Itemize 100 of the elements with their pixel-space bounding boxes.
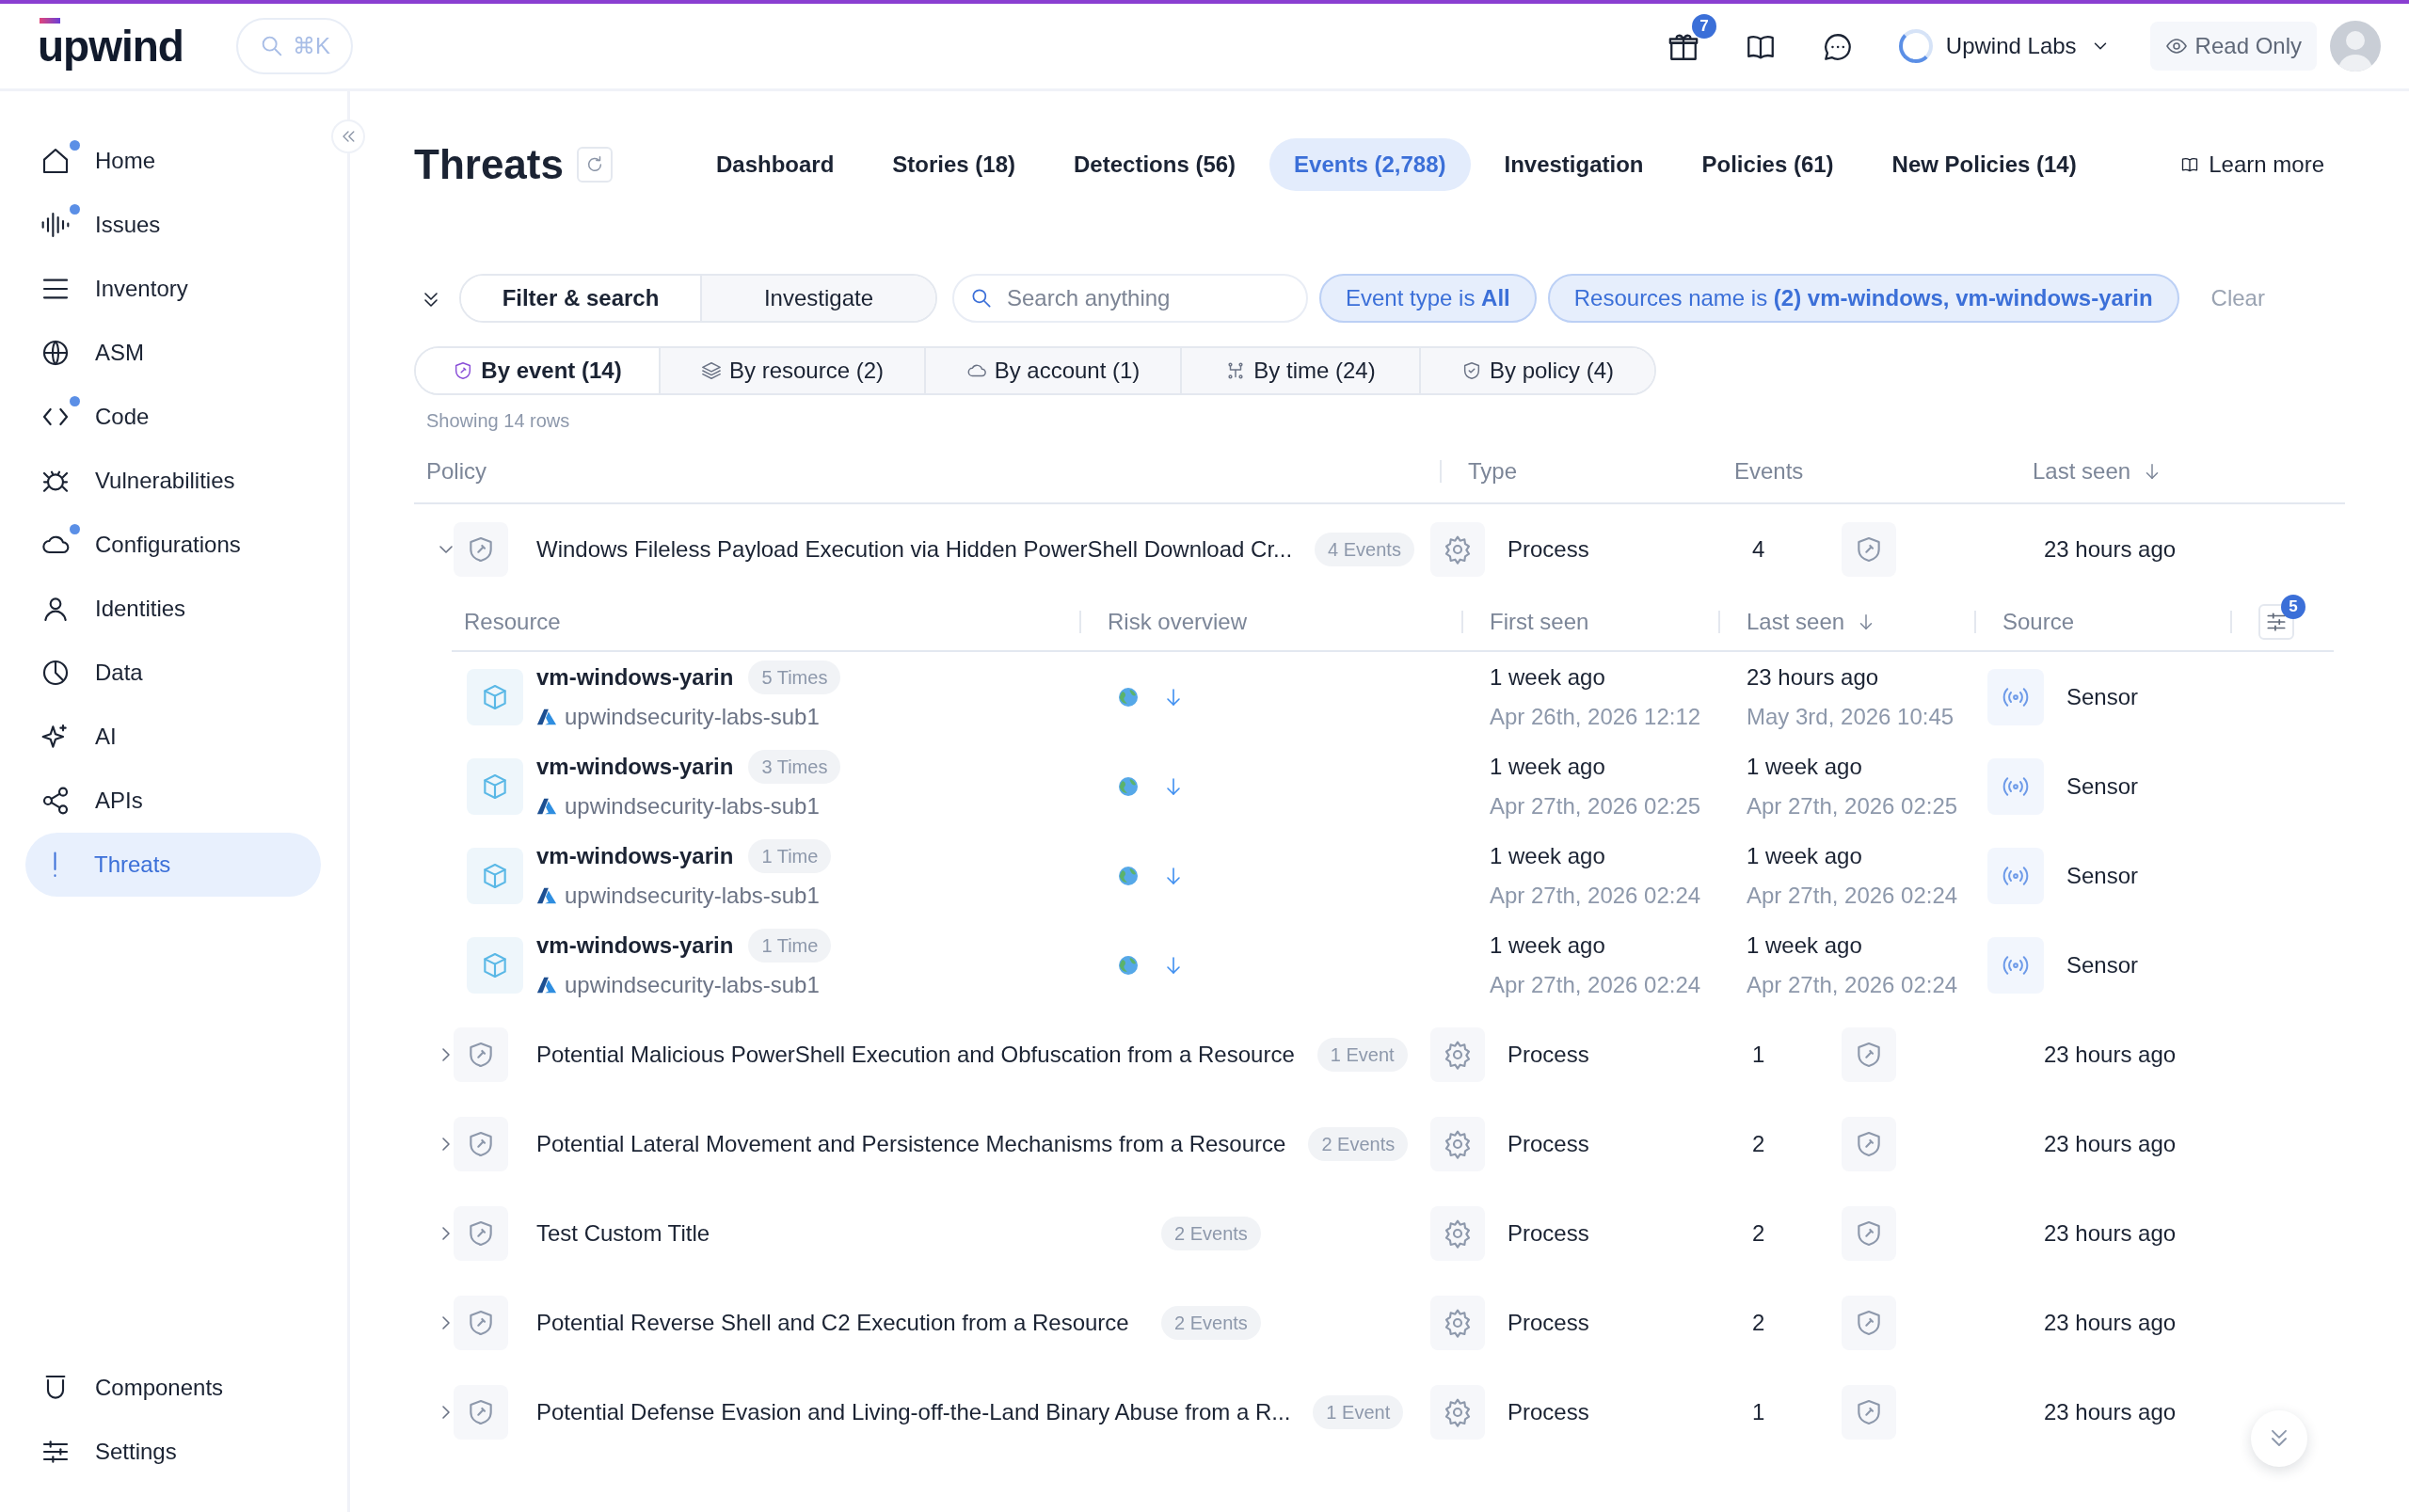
event-type: Process [1508,1040,1589,1069]
events-count: 2 [1751,1218,1766,1248]
policy-title[interactable]: Potential Defense Evasion and Living-off-the-Land Binary Abuse from a R... [536,1398,1291,1424]
last-seen: 1 week ago [1747,841,1863,870]
event-type: Process [1508,1397,1589,1426]
events-count-badge: 1 Event [1313,1394,1404,1429]
source: Sensor [2066,861,2139,890]
policy-title[interactable]: Test Custom Title [536,1219,710,1246]
refresh-button[interactable] [576,147,613,183]
last-seen: 23 hours ago [2043,1129,2178,1158]
mode-toggle[interactable]: Investigate [700,276,935,321]
shield-icon [1842,521,1896,577]
column-header[interactable]: Resource [452,605,561,639]
group-by-tab[interactable]: By resource (2) [659,348,924,393]
column-header[interactable]: Source [2002,605,2075,639]
shield-icon [1842,1205,1896,1261]
cube-icon [467,936,523,994]
occurrence-badge: 3 Times [748,749,841,784]
events-count-badge: 2 Events [1161,1305,1261,1340]
page-tab[interactable]: Stories (18) [868,138,1041,191]
policy-title[interactable]: Potential Lateral Movement and Persistence Mechanisms from a Resource [536,1130,1286,1156]
waveform-icon [40,210,71,240]
shield-icon [454,1295,508,1350]
sidebar-item[interactable]: Data [25,641,321,705]
count-badge: 5 [2281,595,2305,619]
occurrence-badge: 5 Times [748,660,841,694]
group-by-tab[interactable]: By policy (4) [1419,348,1654,393]
policy-title[interactable]: Potential Malicious PowerShell Execution and Obfuscation from a Resource [536,1041,1295,1067]
page-tab[interactable]: Dashboard [691,138,859,191]
column-header[interactable]: Last seen [1747,605,1877,639]
user-avatar[interactable] [2330,21,2381,72]
shield-icon [454,1116,508,1171]
globe-icon [40,338,71,368]
sidebar-item[interactable]: Identities [25,577,321,641]
read-only-badge: Read Only [2149,22,2317,71]
page-title: Threats [414,139,564,189]
events-count-badge: 1 Event [1316,1037,1408,1072]
globe-icon [1117,864,1140,887]
shield-icon [454,1205,508,1261]
last-seen-date: May 3rd, 2026 10:45 [1747,702,1955,731]
policy-title[interactable]: Potential Reverse Shell and C2 Execution from a Resource [536,1309,1129,1335]
resource-name[interactable]: vm-windows-yarin [536,838,734,873]
scroll-down-button[interactable] [2251,1410,2307,1467]
logo: upwind [38,13,183,79]
group-by-tab[interactable]: By account (1) [924,348,1180,393]
learn-more-link[interactable]: Learn more [2175,147,2330,183]
signal-icon [1987,757,2044,815]
column-header[interactable]: Policy [414,454,487,488]
first-seen: 1 week ago [1490,841,1606,870]
event-type: Process [1508,1308,1589,1337]
policy-title[interactable]: Windows Fileless Payload Execution via Hidden PowerShell Download Cr... [536,535,1293,562]
resource-name[interactable]: vm-windows-yarin [536,749,734,784]
globe-icon [1117,685,1140,708]
page-tab[interactable]: Policies (61) [1677,138,1859,191]
signal-icon [1987,936,2044,994]
resource-name[interactable]: vm-windows-yarin [536,660,734,694]
cube-icon [467,668,523,725]
sidebar-item[interactable]: Threats [25,833,321,897]
source: Sensor [2066,682,2139,711]
last-seen-date: Apr 27th, 2026 02:25 [1747,791,1959,820]
sidebar-item[interactable]: AI [25,705,321,769]
page-tab[interactable]: New Policies (14) [1867,138,2101,191]
sidebar-item[interactable]: Home [25,129,321,193]
filter-chip[interactable]: Resources name is (2) vm-windows, vm-windows-yarin [1547,274,2179,323]
sidebar-item[interactable]: APIs [25,769,321,833]
shield-icon [1842,1116,1896,1171]
resource-name[interactable]: vm-windows-yarin [536,928,734,963]
account-name: upwindsecurity-labs-sub1 [565,881,820,910]
first-seen-date: Apr 27th, 2026 02:24 [1490,881,1702,910]
sidebar-item[interactable]: Settings [25,1420,321,1484]
account-name: upwindsecurity-labs-sub1 [565,970,820,999]
column-header[interactable]: Last seen [2033,454,2163,488]
last-seen: 23 hours ago [2043,534,2178,564]
column-header[interactable]: Type [1468,454,1518,488]
page-tab[interactable]: Investigation [1479,138,1668,191]
shield-icon [1842,1027,1896,1082]
column-header[interactable]: First seen [1490,605,1589,639]
search-field[interactable]: Search anything [952,274,1308,323]
sidebar-item[interactable]: Issues [25,193,321,257]
shield-icon [454,1027,508,1082]
page-tab[interactable]: Detections (56) [1049,138,1261,191]
last-seen: 23 hours ago [2043,1040,2178,1069]
account-name: upwindsecurity-labs-sub1 [565,791,820,820]
column-header[interactable]: Events [1734,454,1804,488]
sidebar-item[interactable]: ASM [25,321,321,385]
sidebar-item[interactable]: Components [25,1356,321,1420]
events-count: 2 [1751,1308,1766,1337]
gear-icon [1430,521,1485,577]
first-seen: 1 week ago [1490,931,1606,960]
sidebar-item[interactable]: Vulnerabilities [25,449,321,513]
column-header[interactable]: Risk overview [1108,605,1248,639]
sidebar-item[interactable]: Configurations [25,513,321,577]
sidebar-item[interactable]: Inventory [25,257,321,321]
filter-chip[interactable]: Event type is All [1319,274,1537,323]
sidebar-item[interactable]: Code [25,385,321,449]
shield-icon [454,1384,508,1440]
group-by-tab[interactable]: By time (24) [1180,348,1419,393]
page-tab[interactable]: Events (2,788) [1269,138,1471,191]
collapse-button[interactable] [331,119,365,153]
organization-dropdown[interactable]: Upwind Labs [1892,28,2116,64]
